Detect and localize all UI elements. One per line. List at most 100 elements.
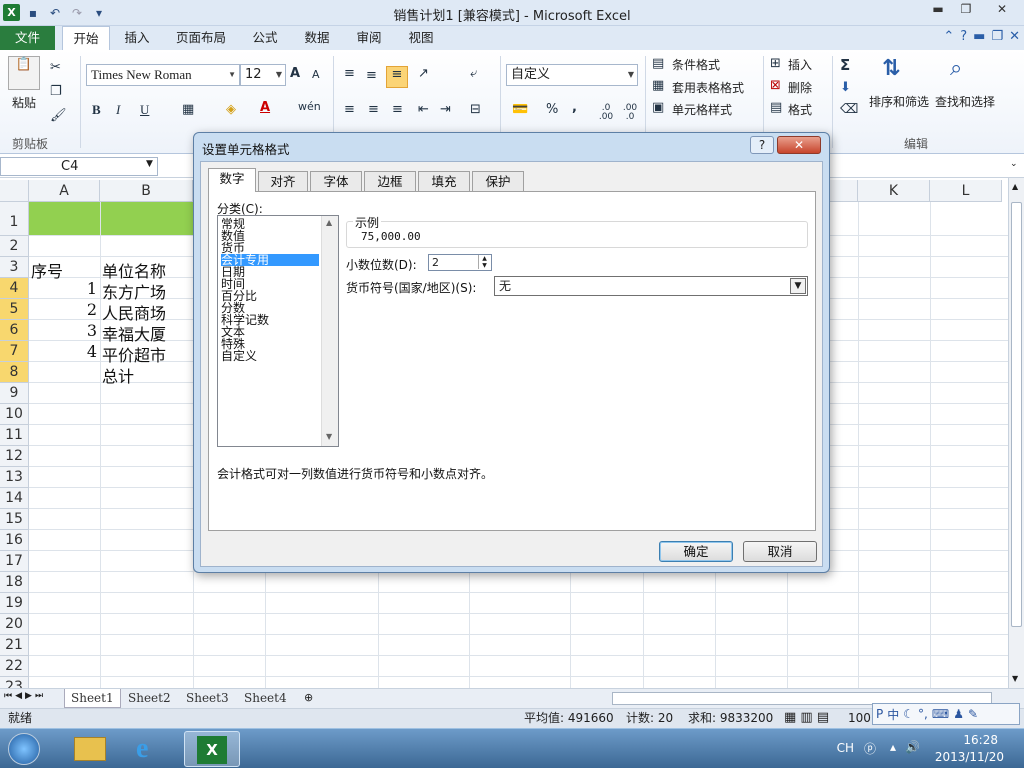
explorer-taskbar-button[interactable] [62, 731, 118, 767]
cell-a7[interactable]: 4 [29, 342, 97, 361]
decrease-decimal-icon[interactable]: .00 .0 [620, 104, 640, 122]
cut-icon[interactable]: ✂ [50, 60, 61, 75]
fill-icon[interactable]: ⬇ [840, 80, 851, 95]
doc-minimize-icon[interactable]: ▬ [973, 29, 985, 44]
ime-tools-icon[interactable]: ✎ [968, 707, 978, 721]
vertical-scroll-thumb[interactable] [1011, 202, 1022, 627]
close-button[interactable]: ✕ [980, 0, 1024, 20]
find-select-button[interactable]: 查找和选择 [935, 93, 995, 110]
doc-close-icon[interactable]: ✕ [1009, 29, 1020, 44]
sheet-tab-sheet3[interactable]: Sheet3 [180, 689, 235, 708]
row-header[interactable]: 5 [0, 299, 29, 320]
row-header[interactable]: 9 [0, 383, 29, 404]
ime-logo-icon[interactable]: P [876, 707, 883, 721]
delete-cells-icon[interactable]: ⊠ [770, 78, 781, 93]
increase-indent-icon[interactable]: ⇥ [440, 102, 451, 117]
conditional-format-button[interactable]: 条件格式 [672, 56, 720, 73]
category-list[interactable]: 常规 数值 货币 会计专用 日期 时间 百分比 分数 科学记数 文本 特殊 自定… [217, 215, 339, 447]
format-cells-icon[interactable]: ▤ [770, 100, 782, 115]
copy-icon[interactable]: ❐ [50, 84, 62, 99]
cell-b8[interactable]: 总计 [102, 363, 134, 387]
row-header[interactable]: 18 [0, 572, 29, 593]
tab-review[interactable]: 审阅 [348, 26, 390, 50]
row-header[interactable]: 6 [0, 320, 29, 341]
row-header[interactable]: 2 [0, 236, 29, 257]
sheet-tab-sheet4[interactable]: Sheet4 [238, 689, 293, 708]
column-header[interactable]: A [29, 180, 100, 202]
ime-keyboard-icon[interactable]: ⌨ [932, 707, 949, 721]
row-header[interactable]: 14 [0, 488, 29, 509]
chevron-down-icon[interactable]: ▼ [790, 278, 806, 294]
clear-icon[interactable]: ⌫ [840, 102, 858, 117]
tab-protection[interactable]: 保护 [472, 171, 524, 191]
align-right-icon[interactable]: ≡ [392, 102, 403, 117]
row-header[interactable]: 4 [0, 278, 29, 299]
format-painter-icon[interactable]: 🖌 [50, 108, 67, 123]
insert-cells-button[interactable]: 插入 [788, 56, 812, 73]
vertical-scrollbar[interactable]: ▲ ▼ [1008, 178, 1024, 688]
merge-center-icon[interactable]: ⊟ [470, 102, 481, 117]
accounting-format-icon[interactable]: 💳 [512, 102, 528, 117]
category-item[interactable]: 自定义 [221, 350, 257, 362]
row-header[interactable]: 22 [0, 656, 29, 677]
column-header[interactable]: B [100, 180, 193, 202]
tab-border[interactable]: 边框 [364, 171, 416, 191]
conditional-format-icon[interactable]: ▤ [652, 56, 664, 71]
dialog-help-button[interactable]: ? [750, 136, 774, 154]
tab-data[interactable]: 数据 [296, 26, 338, 50]
minimize-button[interactable]: ▬ [924, 0, 952, 20]
currency-symbol-select[interactable]: 无 ▼ [494, 276, 808, 296]
row-header[interactable]: 17 [0, 551, 29, 572]
bold-button[interactable]: B [92, 102, 101, 118]
find-select-icon[interactable]: ⌕ [950, 56, 962, 81]
expand-formula-bar-icon[interactable]: ⌄ [1010, 159, 1018, 169]
cancel-button[interactable]: 取消 [743, 541, 817, 562]
font-size-box[interactable]: 12 ▼ [240, 64, 286, 86]
align-bottom-icon[interactable]: ≡ [386, 66, 408, 88]
view-mode-icons[interactable]: ▦ ▥ ▤ [784, 709, 829, 727]
percent-button[interactable]: % [546, 102, 558, 117]
font-name-box[interactable]: Times New Roman ▼ [86, 64, 240, 86]
comma-button[interactable]: , [572, 100, 577, 115]
row-header[interactable]: 3 [0, 257, 29, 278]
row-header[interactable]: 8 [0, 362, 29, 383]
zoom-level[interactable]: 100 [848, 709, 871, 727]
shrink-font-icon[interactable]: A [312, 68, 320, 81]
start-button[interactable] [0, 731, 48, 767]
sheet-nav-icons[interactable]: ⏮◀▶⏭ [4, 691, 46, 701]
tab-alignment[interactable]: 对齐 [258, 171, 308, 191]
cell-styles-button[interactable]: 单元格样式 [672, 101, 732, 118]
align-left-icon[interactable]: ≡ [344, 102, 355, 117]
tab-font[interactable]: 字体 [310, 171, 362, 191]
align-center-icon[interactable]: ≡ [368, 102, 379, 117]
wrap-text-icon[interactable]: ⤶ [470, 66, 477, 81]
row-header[interactable]: 12 [0, 446, 29, 467]
align-middle-icon[interactable]: ≡ [366, 68, 377, 83]
paste-label[interactable]: 粘贴 [12, 94, 36, 111]
doc-restore-icon[interactable]: ❐ [991, 29, 1003, 44]
clock-date[interactable]: 2013/11/20 [935, 750, 1004, 764]
phonetic-icon[interactable]: wén [298, 100, 321, 113]
input-lang[interactable]: CH [837, 741, 854, 755]
category-scroll-up-icon[interactable]: ▲ [326, 218, 332, 227]
row-header[interactable]: 1 [0, 202, 29, 236]
italic-button[interactable]: I [116, 102, 120, 118]
borders-icon[interactable]: ▦ [182, 102, 194, 117]
font-color-icon[interactable]: A [260, 100, 270, 115]
column-header[interactable]: L [930, 180, 1002, 202]
name-box[interactable]: C4 [0, 157, 158, 176]
row-header[interactable]: 10 [0, 404, 29, 425]
increase-decimal-icon[interactable]: .0 .00 [596, 104, 616, 122]
insert-sheet-icon[interactable]: ⊕ [304, 691, 313, 704]
row-header[interactable]: 16 [0, 530, 29, 551]
underline-button[interactable]: U [140, 102, 149, 118]
decimal-places-spinner[interactable]: 2 ▲ ▼ [428, 254, 492, 271]
insert-cells-icon[interactable]: ⊞ [770, 56, 781, 71]
row-header[interactable]: 15 [0, 509, 29, 530]
sort-filter-icon[interactable]: ⇅ [882, 56, 900, 81]
tab-page-layout[interactable]: 页面布局 [170, 26, 232, 50]
row-header[interactable]: 21 [0, 635, 29, 656]
row-header[interactable]: 20 [0, 614, 29, 635]
volume-icon[interactable]: 🔊 [905, 740, 920, 754]
select-all-corner[interactable] [0, 180, 29, 202]
